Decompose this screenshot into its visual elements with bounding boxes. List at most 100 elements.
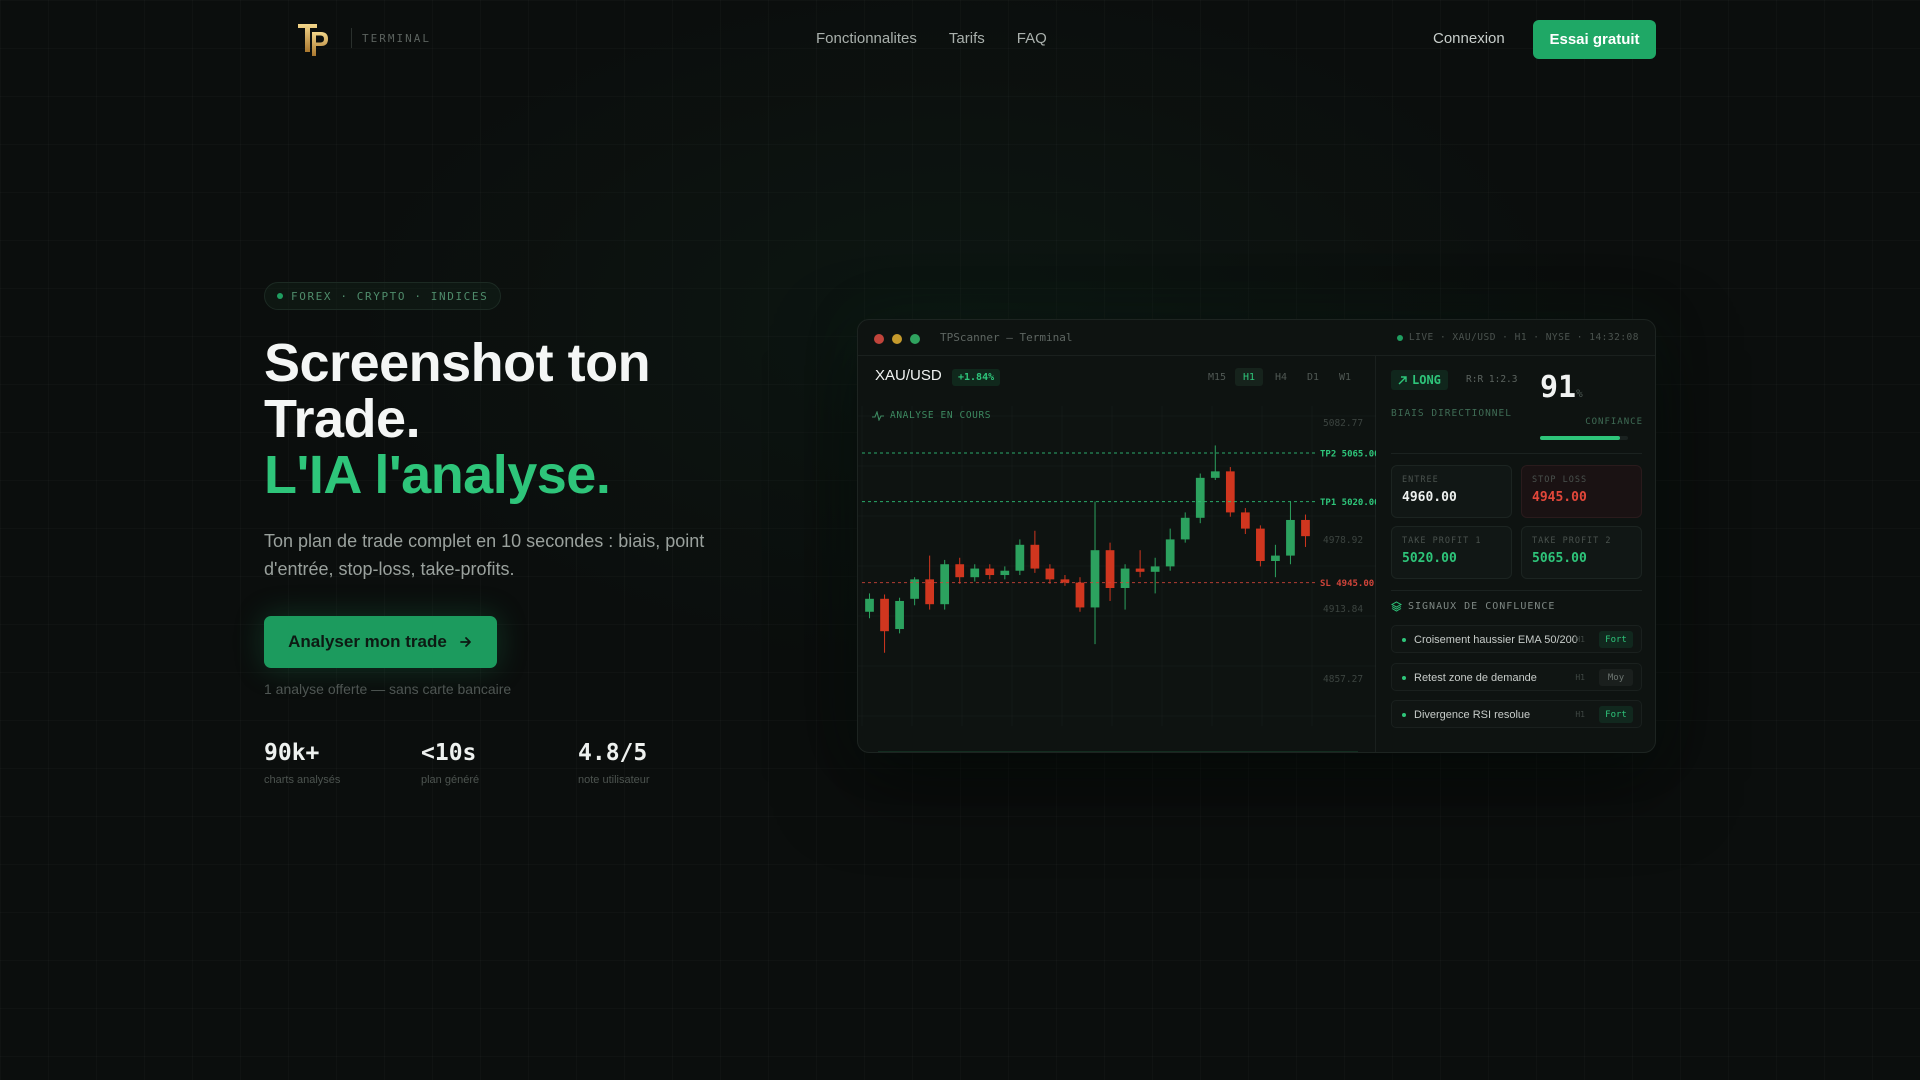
timeframe-selector: M15 H1 H4 D1 W1	[1203, 368, 1359, 386]
arrow-right-icon	[459, 637, 471, 647]
candle-body	[1045, 568, 1055, 580]
hero-subtitle: Ton plan de trade complet en 10 secondes…	[264, 531, 705, 579]
hero-title: Screenshot ton Trade. L'IA l'analyse.	[264, 335, 651, 505]
candle-body	[1225, 471, 1235, 513]
minimize-dot-icon[interactable]	[892, 334, 902, 344]
confidence-unit: %	[1576, 387, 1583, 400]
candle-body	[1240, 512, 1250, 529]
stat-value: 90k+	[264, 740, 320, 766]
stat-item: 4.8/5 note utilisateur	[578, 740, 735, 786]
divider	[1391, 453, 1642, 454]
candle-body	[985, 568, 995, 576]
top-nav: TERMINAL Fonctionnalites Tarifs FAQ Conn…	[0, 0, 1920, 78]
y-tick-label: 4913.84	[1323, 604, 1363, 615]
candle-body	[1256, 528, 1265, 561]
tf-h4[interactable]: H4	[1267, 368, 1295, 386]
confidence-bar-fill	[1540, 436, 1621, 440]
close-dot-icon[interactable]	[874, 334, 884, 344]
candle-body	[1000, 570, 1010, 576]
pair-change-badge: +1.84%	[952, 369, 1001, 386]
analyse-trade-button[interactable]: Analyser mon trade	[264, 616, 497, 668]
analyse-trade-label: Analyser mon trade	[288, 632, 447, 651]
candle-body	[940, 564, 950, 605]
tf-h1[interactable]: H1	[1235, 368, 1263, 386]
candle-body	[1180, 517, 1190, 540]
live-status-text: LIVE · XAU/USD · H1 · NYSE · 14:32:08	[1408, 332, 1639, 343]
terminal-title: TPScanner — Terminal	[940, 331, 1073, 344]
nav-link-tarifs[interactable]: Tarifs	[949, 30, 985, 47]
candle-body	[1135, 568, 1145, 572]
signal-strength: Fort	[1599, 631, 1633, 648]
stat-label: plan généré	[421, 774, 480, 786]
signals-title: SIGNAUX DE CONFLUENCE	[1408, 601, 1556, 612]
market-badge: FOREX · CRYPTO · INDICES	[264, 282, 502, 310]
signal-item[interactable]: Croisement haussier EMA 50/200 H1 Fort	[1391, 625, 1642, 653]
hero-title-line2: Trade.	[264, 389, 421, 449]
stat-label: note utilisateur	[578, 774, 650, 786]
badge-text: FOREX · CRYPTO · INDICES	[291, 289, 489, 303]
logo[interactable]: TERMINAL	[295, 18, 431, 58]
candle-body	[1090, 550, 1100, 608]
tf-w1[interactable]: W1	[1331, 368, 1359, 386]
hero-stats: 90k+ charts analysés <10s plan généré 4.…	[264, 740, 735, 786]
candle-body	[1030, 544, 1040, 569]
direction-badge: LONG	[1391, 370, 1448, 390]
confidence-bar	[1540, 436, 1628, 440]
divider	[1391, 590, 1642, 591]
logo-separator	[351, 28, 352, 48]
level-label-tp: TP1 5020.00	[1320, 498, 1376, 508]
entry-label: ENTREE	[1402, 475, 1439, 485]
bias-label: BIAIS DIRECTIONNEL	[1391, 408, 1512, 419]
signal-text: Croisement haussier EMA 50/200	[1414, 634, 1578, 646]
signals-header: SIGNAUX DE CONFLUENCE	[1391, 601, 1555, 612]
stat-value: 4.8/5	[578, 740, 648, 766]
arrow-up-right-icon	[1398, 375, 1407, 384]
candle-body	[895, 600, 904, 630]
confidence-value: 91%	[1540, 370, 1583, 405]
signal-text: Retest zone de demande	[1414, 672, 1537, 684]
free-trial-button[interactable]: Essai gratuit	[1533, 20, 1656, 59]
tp-logo-icon	[298, 24, 328, 56]
maximize-dot-icon[interactable]	[910, 334, 920, 344]
candle-body	[880, 598, 889, 632]
confidence-label: CONFIANCE	[1585, 417, 1643, 427]
trade-plan-panel: LONG R:R 1:2.3 BIAIS DIRECTIONNEL 91% CO…	[1376, 356, 1655, 752]
candle-body	[1271, 555, 1280, 561]
take-profit-2-value: 5065.00	[1532, 551, 1587, 566]
logo-subtitle: TERMINAL	[362, 31, 431, 45]
stop-loss-label: STOP LOSS	[1532, 475, 1588, 485]
analysis-status-text: ANALYSE EN COURS	[890, 410, 992, 421]
candle-body	[1210, 471, 1220, 478]
nav-link-fonctionnalites[interactable]: Fonctionnalites	[816, 30, 917, 47]
hero-title-line3: L'IA l'analyse.	[264, 445, 611, 505]
signal-strength: Fort	[1599, 706, 1633, 723]
terminal-titlebar: TPScanner — Terminal LIVE · XAU/USD · H1…	[858, 320, 1655, 356]
entry-value: 4960.00	[1402, 490, 1457, 505]
candle-body	[1015, 544, 1025, 571]
tf-d1[interactable]: D1	[1299, 368, 1327, 386]
direction-text: LONG	[1412, 373, 1441, 387]
analysis-status: ANALYSE EN COURS	[872, 410, 991, 421]
take-profit-1-label: TAKE PROFIT 1	[1402, 536, 1482, 546]
candle-body	[1075, 582, 1085, 608]
signal-item[interactable]: Retest zone de demande H1 Moy	[1391, 663, 1642, 691]
take-profit-1-value: 5020.00	[1402, 551, 1457, 566]
stat-item: <10s plan généré	[421, 740, 578, 786]
take-profit-2-card: TAKE PROFIT 2 5065.00	[1521, 526, 1642, 579]
terminal-window: TPScanner — Terminal LIVE · XAU/USD · H1…	[857, 319, 1656, 753]
pair-symbol: XAU/USD	[875, 367, 942, 384]
layers-icon	[1391, 601, 1402, 612]
candle-body	[1165, 539, 1175, 567]
level-label-sl: SL 4945.00	[1320, 579, 1374, 589]
candle-body	[1150, 566, 1160, 572]
nav-link-faq[interactable]: FAQ	[1017, 30, 1047, 47]
tf-m15[interactable]: M15	[1203, 368, 1231, 386]
login-link[interactable]: Connexion	[1433, 30, 1505, 47]
live-status: LIVE · XAU/USD · H1 · NYSE · 14:32:08	[1396, 332, 1639, 343]
level-label-tp: TP2 5065.00	[1320, 450, 1376, 460]
signal-dot-icon	[1402, 713, 1406, 717]
stat-item: 90k+ charts analysés	[264, 740, 421, 786]
signal-item[interactable]: Divergence RSI resolue H1 Fort	[1391, 700, 1642, 728]
candle-body	[1195, 477, 1205, 518]
take-profit-2-label: TAKE PROFIT 2	[1532, 536, 1612, 546]
